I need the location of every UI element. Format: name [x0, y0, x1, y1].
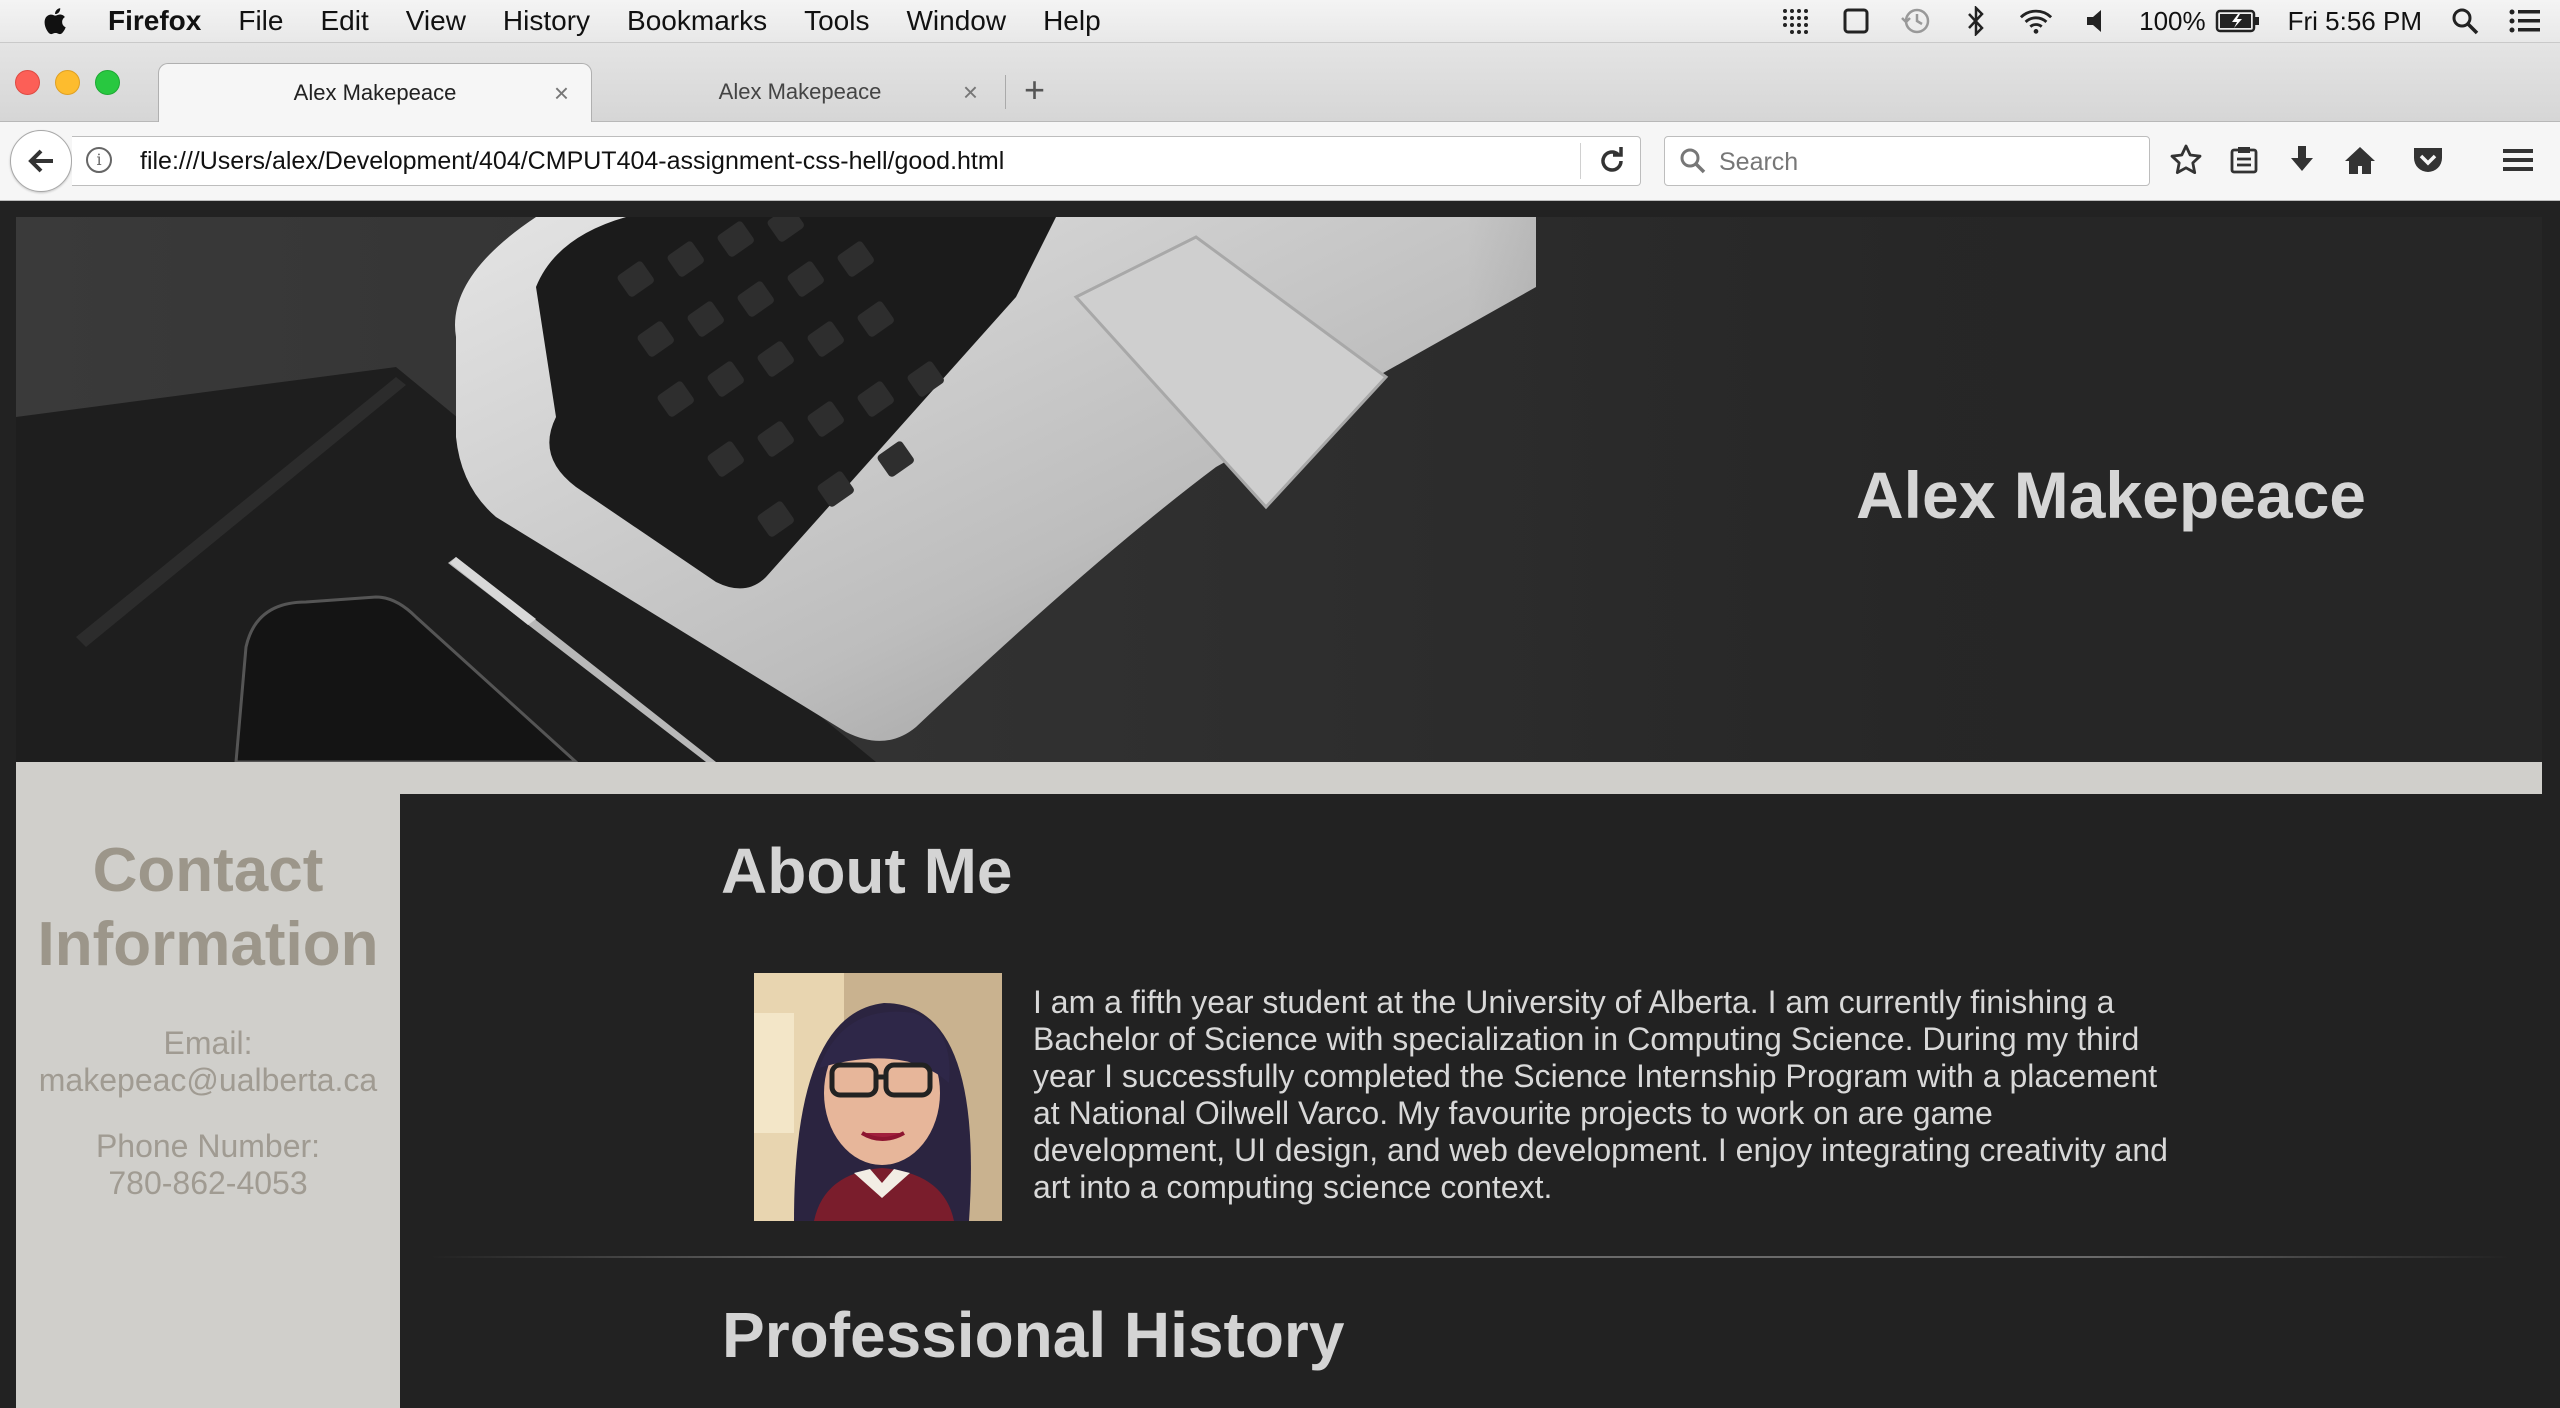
- tab-active[interactable]: Alex Makepeace ×: [158, 63, 592, 122]
- battery-percent: 100%: [2139, 5, 2206, 36]
- contact-sidebar: Contact Information Email: makepeac@ualb…: [16, 794, 400, 1408]
- home-icon[interactable]: [2342, 142, 2378, 178]
- contact-heading: Contact Information: [37, 836, 379, 979]
- professional-history-heading: Professional History: [722, 1299, 1345, 1371]
- new-tab-plus-icon[interactable]: +: [1024, 69, 1045, 111]
- menu-app-name[interactable]: Firefox: [108, 5, 201, 37]
- downloads-icon[interactable]: [2284, 142, 2320, 178]
- tab-title: Alex Makepeace: [718, 79, 882, 104]
- back-button[interactable]: [10, 130, 72, 192]
- menu-bookmarks[interactable]: Bookmarks: [627, 5, 767, 37]
- time-machine-icon[interactable]: [1899, 6, 1933, 36]
- site-info-icon[interactable]: i: [86, 147, 112, 173]
- window-square-icon[interactable]: [1839, 6, 1873, 36]
- section-divider: [430, 1256, 2510, 1258]
- search-icon: [1680, 148, 1706, 174]
- notification-center-icon[interactable]: [2508, 6, 2542, 36]
- main-content: About Me I am a fifth year student at th…: [400, 794, 2542, 1408]
- macos-menu-bar: Firefox File Edit View History Bookmarks…: [0, 0, 2560, 43]
- reload-icon[interactable]: [1596, 145, 1628, 177]
- bookmark-star-icon[interactable]: [2168, 142, 2204, 178]
- email-value: makepeac@ualberta.ca: [38, 1062, 378, 1098]
- tab-inactive[interactable]: Alex Makepeace ×: [600, 63, 1000, 121]
- menu-edit[interactable]: Edit: [320, 5, 368, 37]
- search-placeholder: Search: [1719, 148, 1799, 176]
- menu-view[interactable]: View: [406, 5, 466, 37]
- window-close-button[interactable]: [15, 70, 40, 95]
- hero-banner: Alex Makepeace: [16, 217, 2542, 762]
- hamburger-menu-icon[interactable]: [2500, 142, 2536, 178]
- pocket-icon[interactable]: [2410, 142, 2446, 178]
- navigation-toolbar: i file:///Users/alex/Development/404/CMP…: [0, 122, 2560, 201]
- tab-separator: [1005, 75, 1006, 109]
- menu-tools[interactable]: Tools: [804, 5, 869, 37]
- wifi-icon[interactable]: [2019, 6, 2053, 36]
- close-tab-icon[interactable]: ×: [963, 77, 978, 108]
- search-bar[interactable]: Search: [1664, 136, 2150, 186]
- web-page: Alex Makepeace Contact Information Email…: [0, 201, 2560, 1408]
- phone-label: Phone Number:: [95, 1128, 321, 1164]
- phone-value: 780-862-4053: [108, 1165, 308, 1201]
- profile-photo: [754, 973, 1002, 1221]
- hero-bottom-band: [16, 762, 2542, 794]
- battery-charging-icon[interactable]: [2214, 6, 2262, 36]
- menu-history[interactable]: History: [503, 5, 590, 37]
- tab-title: Alex Makepeace: [293, 80, 457, 105]
- menu-help[interactable]: Help: [1043, 5, 1101, 37]
- tab-strip: Alex Makepeace × Alex Makepeace × +: [0, 43, 2560, 122]
- url-bar-separator: [1580, 143, 1581, 179]
- menubar-clock[interactable]: Fri 5:56 PM: [2288, 6, 2422, 37]
- about-paragraph: I am a fifth year student at the Univers…: [1033, 984, 2168, 1205]
- volume-icon[interactable]: [2079, 6, 2113, 36]
- spotlight-search-icon[interactable]: [2448, 6, 2482, 36]
- close-tab-icon[interactable]: ×: [554, 78, 569, 109]
- back-arrow-icon: [28, 149, 53, 173]
- menu-window[interactable]: Window: [906, 5, 1006, 37]
- hero-title: Alex Makepeace: [1856, 458, 2366, 532]
- reading-list-icon[interactable]: [2226, 142, 2262, 178]
- bluetooth-icon[interactable]: [1959, 6, 1993, 36]
- about-heading: About Me: [721, 835, 1013, 907]
- apple-logo-icon[interactable]: [40, 6, 68, 36]
- window-minimize-button[interactable]: [55, 70, 80, 95]
- email-label: Email:: [163, 1025, 253, 1061]
- url-bar[interactable]: i file:///Users/alex/Development/404/CMP…: [72, 136, 1641, 186]
- menu-file[interactable]: File: [238, 5, 283, 37]
- url-text[interactable]: file:///Users/alex/Development/404/CMPUT…: [140, 147, 1004, 176]
- window-zoom-button[interactable]: [95, 70, 120, 95]
- grid-dots-icon[interactable]: [1779, 6, 1813, 36]
